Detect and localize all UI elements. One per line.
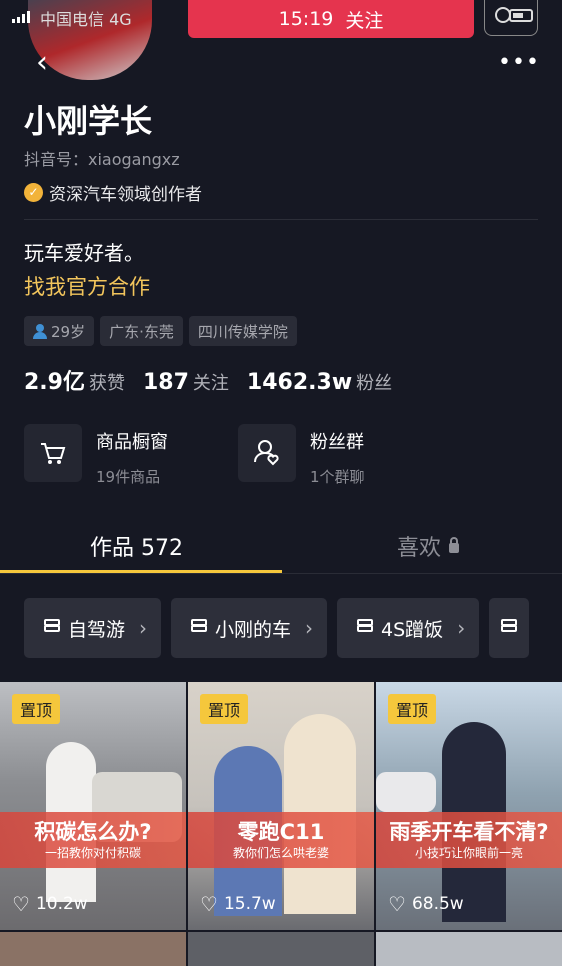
cooperation-link[interactable]: 找我官方合作: [24, 271, 150, 301]
pinned-badge: 置顶: [200, 694, 249, 724]
video-thumbnail[interactable]: [376, 932, 562, 966]
bio-text: 玩车爱好者。: [24, 241, 144, 265]
fan-group-entry[interactable]: 粉丝群 1个群聊: [238, 424, 365, 487]
likes-label: 获赞: [88, 373, 125, 394]
video-thumbnail[interactable]: [188, 932, 374, 966]
video-subtitle: 一招教你对付积碳: [44, 846, 141, 860]
pinned-badge: 置顶: [388, 694, 437, 724]
profile-stats: 2.9亿 获赞 187 关注 1462.3w 粉丝: [24, 364, 392, 396]
collection-item[interactable]: 自驾游 ›: [24, 598, 162, 658]
fan-group-icon: [238, 424, 296, 482]
cart-icon: [24, 424, 82, 482]
status-indicators: [484, 0, 538, 36]
likes-count[interactable]: 2.9亿: [24, 364, 85, 396]
video-card[interactable]: 置顶 零跑C11 教你们怎么哄老婆 ♡ 15.7w: [188, 682, 374, 930]
profile-tags: 29岁 广东·东莞 四川传媒学院: [24, 316, 297, 346]
following-count[interactable]: 187: [143, 370, 189, 395]
banner-label: 关注: [345, 9, 384, 32]
signal-icon: [12, 11, 30, 23]
collection-item[interactable]: 4S蹭饭 ›: [337, 598, 480, 658]
video-grid: 置顶 积碳怎么办? 一招教你对付积碳 ♡ 10.2w 置顶 零跑C11 教你们怎…: [0, 682, 562, 930]
tag-school: 四川传媒学院: [188, 316, 297, 346]
fans-label: 粉丝: [356, 373, 393, 394]
collection-stack-icon: [42, 619, 62, 637]
tag-location: 广东·东莞: [100, 316, 183, 346]
profile-name: 小刚学长: [24, 102, 153, 140]
collection-stack-icon: [355, 619, 375, 637]
status-bar: 中国电信 4G 15:19 关注: [0, 0, 562, 80]
collection-stack-icon: [189, 619, 209, 637]
video-title: 雨季开车看不清?: [389, 820, 549, 844]
shop-window-title: 商品橱窗: [96, 432, 168, 453]
person-icon: [33, 323, 47, 339]
verified-check-icon: ✓: [24, 183, 43, 202]
video-title: 零跑C11: [237, 820, 325, 844]
video-thumbnail[interactable]: [0, 932, 186, 966]
tab-works[interactable]: 作品 572: [90, 530, 183, 562]
collection-item-partial[interactable]: [489, 598, 530, 658]
active-tab-indicator: [0, 570, 282, 573]
fan-group-title: 粉丝群: [310, 432, 364, 453]
time-banner[interactable]: 15:19 关注: [188, 0, 474, 38]
shop-window-entry[interactable]: 商品橱窗 19件商品: [24, 424, 168, 487]
video-likes: ♡ 15.7w: [200, 892, 276, 916]
pinned-badge: 置顶: [12, 694, 61, 724]
tab-likes[interactable]: 喜欢: [397, 530, 460, 562]
divider: [24, 219, 538, 220]
back-icon[interactable]: ‹: [36, 48, 60, 78]
collection-list: 自驾游 › 小刚的车 › 4S蹭饭 ›: [24, 598, 530, 658]
chevron-right-icon: ›: [139, 616, 148, 640]
fans-count[interactable]: 1462.3w: [247, 370, 352, 395]
tag-age: 29岁: [24, 316, 95, 346]
video-card[interactable]: 置顶 积碳怎么办? 一招教你对付积碳 ♡ 10.2w: [0, 682, 186, 930]
certification-badge[interactable]: ✓ 资深汽车领域创作者: [24, 180, 202, 205]
douyin-id[interactable]: 抖音号：xiaogangxz: [24, 146, 180, 170]
clock-time: 15:19: [278, 8, 334, 30]
heart-icon: ♡: [12, 892, 30, 916]
battery-icon: [509, 9, 533, 22]
video-subtitle: 教你们怎么哄老婆: [232, 846, 329, 860]
video-likes: ♡ 68.5w: [388, 892, 464, 916]
video-title: 积碳怎么办?: [34, 820, 152, 844]
next-row-thumbnails[interactable]: [0, 932, 562, 966]
lock-icon: [449, 537, 460, 553]
collection-item[interactable]: 小刚的车 ›: [171, 598, 328, 658]
video-subtitle: 小技巧让你眼前一亮: [414, 846, 523, 860]
fan-group-count: 1个群聊: [310, 468, 365, 486]
chevron-right-icon: ›: [457, 616, 466, 640]
more-options-icon[interactable]: •••: [498, 50, 540, 75]
content-tabs: 作品 572 喜欢: [0, 518, 562, 574]
following-label: 关注: [192, 373, 229, 394]
chevron-right-icon: ›: [305, 616, 314, 640]
shop-window-count: 19件商品: [96, 468, 161, 486]
video-card[interactable]: 置顶 雨季开车看不清? 小技巧让你眼前一亮 ♡ 68.5w: [376, 682, 562, 930]
video-likes: ♡ 10.2w: [12, 892, 88, 916]
heart-icon: ♡: [200, 892, 218, 916]
collection-stack-icon: [499, 619, 519, 637]
certification-text: 资深汽车领域创作者: [49, 185, 202, 205]
heart-icon: ♡: [388, 892, 406, 916]
carrier-text: 中国电信 4G: [40, 10, 132, 29]
